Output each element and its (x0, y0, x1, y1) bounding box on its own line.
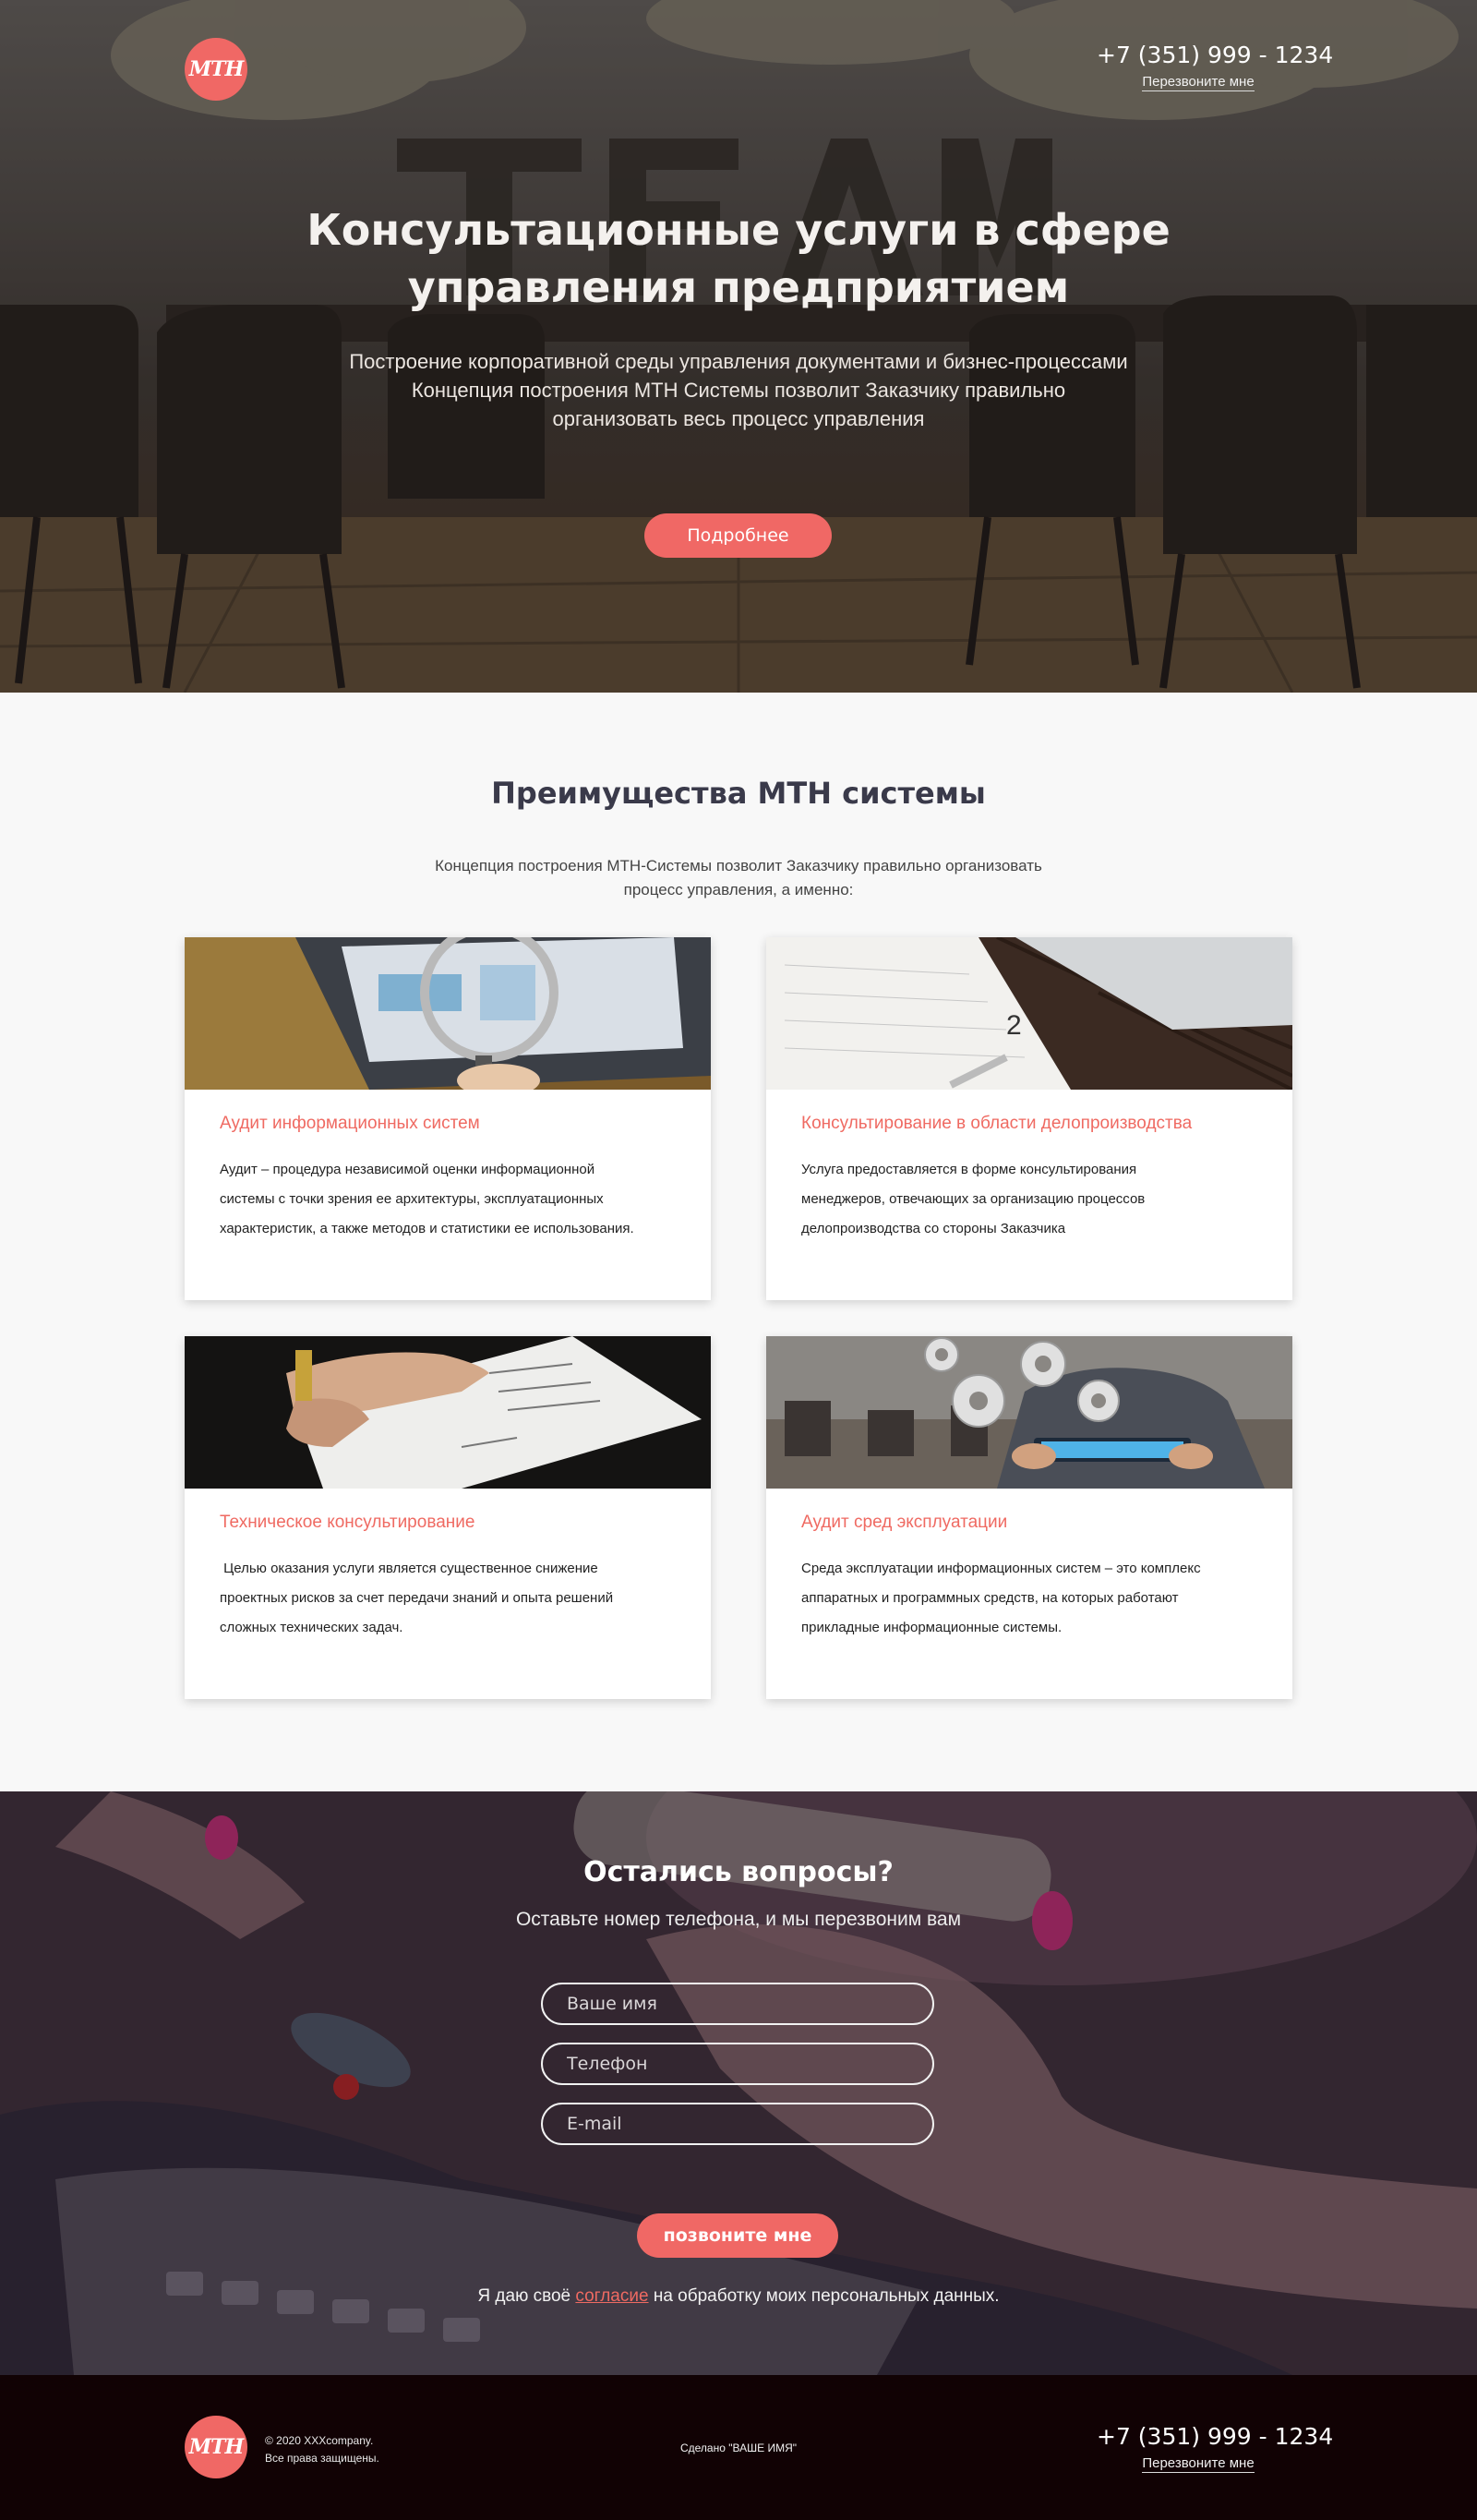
made-by: Сделано "ВАШЕ ИМЯ" (679, 2442, 797, 2454)
copyright: © 2020 XXXcompany. Все права защищены. (265, 2432, 379, 2467)
footer-callback-link[interactable]: Перезвоните мне (1142, 2455, 1255, 2473)
card-text-line: Услуга предоставляется в форме консульти… (801, 1162, 1137, 1177)
card-title: Аудит информационных систем (220, 1114, 480, 1133)
card-env-audit[interactable]: Аудит сред эксплуатации Среда эксплуатац… (766, 1336, 1292, 1699)
card-text: Аудит – процедура независимой оценки инф… (220, 1155, 681, 1244)
card-text-line: системы с точки зрения ее архитектуры, э… (220, 1191, 604, 1207)
hero-description-line: Концепция построения МТН Системы позволи… (411, 379, 1066, 402)
copyright-line: © 2020 XXXcompany. (265, 2434, 374, 2447)
footer-contact: +7 (351) 999 - 1234 Перезвоните мне (1097, 2423, 1333, 2473)
hero-description-line: Построение корпоративной среды управлени… (349, 350, 1128, 373)
gears-tablet-image (766, 1336, 1292, 1489)
advantages-subtitle-line: процесс управления, а именно: (623, 881, 854, 898)
card-text: Целью оказания услуги является существен… (220, 1554, 681, 1643)
hero-description: Построение корпоративной среды управлени… (305, 347, 1172, 433)
advantages-subtitle-line: Концепция построения МТН-Системы позволи… (435, 857, 1042, 874)
hero-title-line: Консультационные услуги в сфере (306, 205, 1171, 255)
form-title: Остались вопросы? (583, 1856, 894, 1888)
card-image: 2 (766, 937, 1292, 1090)
documents-hands-image (185, 1336, 711, 1489)
contact-form-section: Остались вопросы? Оставьте номер телефон… (0, 1791, 1477, 2375)
call-me-button[interactable]: позвоните мне (637, 2213, 838, 2258)
card-title: Аудит сред эксплуатации (801, 1513, 1008, 1532)
magnifier-laptop-image (185, 937, 711, 1090)
svg-text:2: 2 (1006, 1010, 1022, 1041)
consent-text-before: Я даю своё (477, 2286, 576, 2306)
consent-link[interactable]: согласие (575, 2286, 648, 2306)
card-image (185, 1336, 711, 1489)
card-text-line: прикладные информационные системы. (801, 1620, 1063, 1635)
hero-title: Консультационные услуги в сфере управлен… (277, 201, 1200, 316)
card-text-line: проектных рисков за счет передачи знаний… (220, 1590, 614, 1606)
card-text-line: аппаратных и программных средств, на кот… (801, 1590, 1179, 1606)
advantages-section: Преимущества МТН системы Концепция постр… (0, 693, 1477, 1791)
more-button[interactable]: Подробнее (644, 513, 832, 558)
name-input[interactable] (541, 1983, 934, 2025)
email-input[interactable] (541, 2103, 934, 2145)
card-image (185, 937, 711, 1090)
header-callback-link[interactable]: Перезвоните мне (1142, 74, 1255, 91)
form-subtitle: Оставьте номер телефона, и мы перезвоним… (515, 1909, 962, 1930)
hero-overlay (0, 0, 1477, 693)
card-text-line: делопроизводства со стороны Заказчика (801, 1221, 1066, 1236)
footer: МТН © 2020 XXXcompany. Все права защищен… (0, 2375, 1477, 2520)
card-text-line: характеристик, а также методов и статист… (220, 1221, 634, 1236)
card-text-line: сложных технических задач. (220, 1620, 403, 1635)
footer-logo[interactable]: МТН (185, 2416, 247, 2478)
advantages-title: Преимущества МТН системы (491, 776, 986, 811)
card-tech-consulting[interactable]: Техническое консультирование Целью оказа… (185, 1336, 711, 1699)
header-contact: +7 (351) 999 - 1234 Перезвоните мне (1097, 42, 1333, 91)
notebook-pen-image: 2 (766, 937, 1292, 1090)
card-text-line: Среда эксплуатации информационных систем… (801, 1561, 1201, 1576)
consent-text: Я даю своё согласие на обработку моих пе… (369, 2286, 1108, 2307)
card-text-line: Аудит – процедура независимой оценки инф… (220, 1162, 595, 1177)
card-text: Среда эксплуатации информационных систем… (801, 1554, 1263, 1643)
logo[interactable]: МТН (185, 38, 247, 101)
hero-description-line: организовать весь процесс управления (552, 407, 925, 430)
hero-section: МТН +7 (351) 999 - 1234 Перезвоните мне … (0, 0, 1477, 693)
card-text-line: Целью оказания услуги является существен… (220, 1561, 598, 1576)
card-text: Услуга предоставляется в форме консульти… (801, 1155, 1263, 1244)
card-title: Техническое консультирование (220, 1513, 475, 1532)
footer-phone-link[interactable]: +7 (351) 999 - 1234 (1097, 2423, 1333, 2450)
advantages-subtitle: Концепция построения МТН-Системы позволи… (388, 854, 1089, 902)
phone-input[interactable] (541, 2043, 934, 2085)
card-audit-is[interactable]: Аудит информационных систем Аудит – проц… (185, 937, 711, 1300)
hero-title-line: управления предприятием (407, 262, 1070, 312)
card-records-consulting[interactable]: 2 Консультирование в области делопроизво… (766, 937, 1292, 1300)
card-title: Консультирование в области делопроизводс… (801, 1114, 1193, 1133)
card-text-line: менеджеров, отвечающих за организацию пр… (801, 1191, 1146, 1207)
consent-text-after: на обработку моих персональных данных. (648, 2286, 1000, 2306)
header-phone-link[interactable]: +7 (351) 999 - 1234 (1097, 42, 1333, 68)
copyright-line: Все права защищены. (265, 2452, 379, 2465)
card-image (766, 1336, 1292, 1489)
